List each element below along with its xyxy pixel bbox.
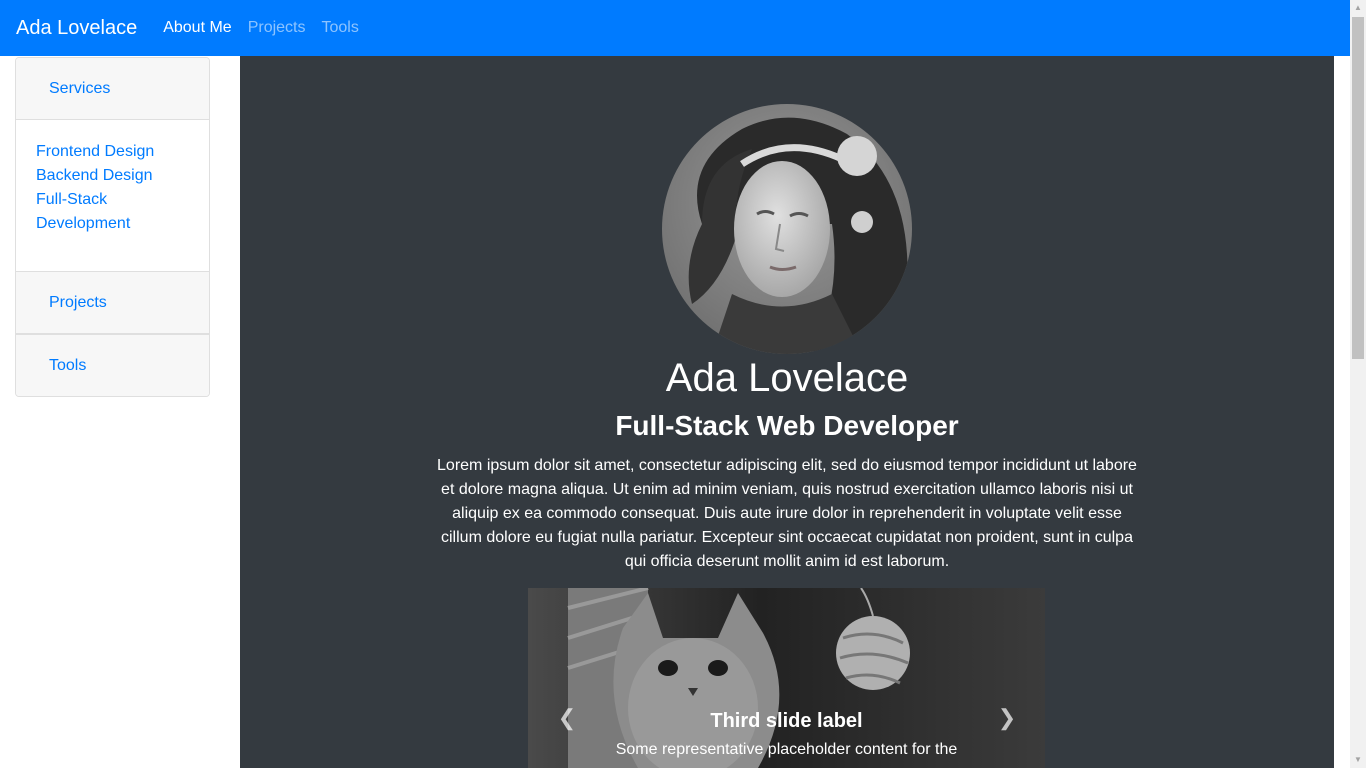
- nav-link-projects[interactable]: Projects: [248, 19, 306, 37]
- carousel-caption-title: Third slide label: [710, 710, 863, 732]
- nav-link-about-me[interactable]: About Me: [163, 19, 231, 37]
- profile-name: Ada Lovelace: [665, 356, 909, 400]
- profile-bio: Lorem ipsum dolor sit amet, consectetur …: [437, 457, 1137, 570]
- accordion-body-services: Frontend Design Backend Design Full-Stac…: [16, 120, 209, 272]
- main-content: Ada Lovelace Full-Stack Web Developer Lo…: [240, 56, 1334, 768]
- carousel-caption-text: Some representative placeholder content …: [615, 741, 958, 758]
- nav-link-tools[interactable]: Tools: [321, 19, 358, 37]
- service-link-backend[interactable]: Backend Design: [36, 164, 189, 188]
- service-link-frontend[interactable]: Frontend Design: [36, 140, 189, 164]
- profile-avatar: [662, 104, 912, 354]
- navbar-brand[interactable]: Ada Lovelace: [16, 17, 137, 40]
- vertical-scrollbar[interactable]: ▲ ▼: [1350, 0, 1366, 768]
- scroll-up-arrow-icon[interactable]: ▲: [1350, 0, 1366, 16]
- accordion-header-tools[interactable]: Tools: [16, 334, 209, 396]
- image-carousel[interactable]: ❮ ❯ Third slide label Some representativ…: [528, 588, 1045, 768]
- service-link-fullstack[interactable]: Full-Stack Development: [36, 188, 166, 236]
- scroll-down-arrow-icon[interactable]: ▼: [1350, 752, 1366, 768]
- accordion-header-services[interactable]: Services: [16, 58, 209, 120]
- accordion-header-projects[interactable]: Projects: [16, 272, 209, 334]
- profile-role: Full-Stack Web Developer: [615, 410, 959, 441]
- top-navbar: Ada Lovelace About Me Projects Tools: [0, 0, 1350, 56]
- carousel-caption: Third slide label Some representative pl…: [528, 710, 1045, 759]
- scrollbar-thumb[interactable]: [1352, 17, 1364, 359]
- sidebar-accordion: Services Frontend Design Backend Design …: [15, 57, 210, 397]
